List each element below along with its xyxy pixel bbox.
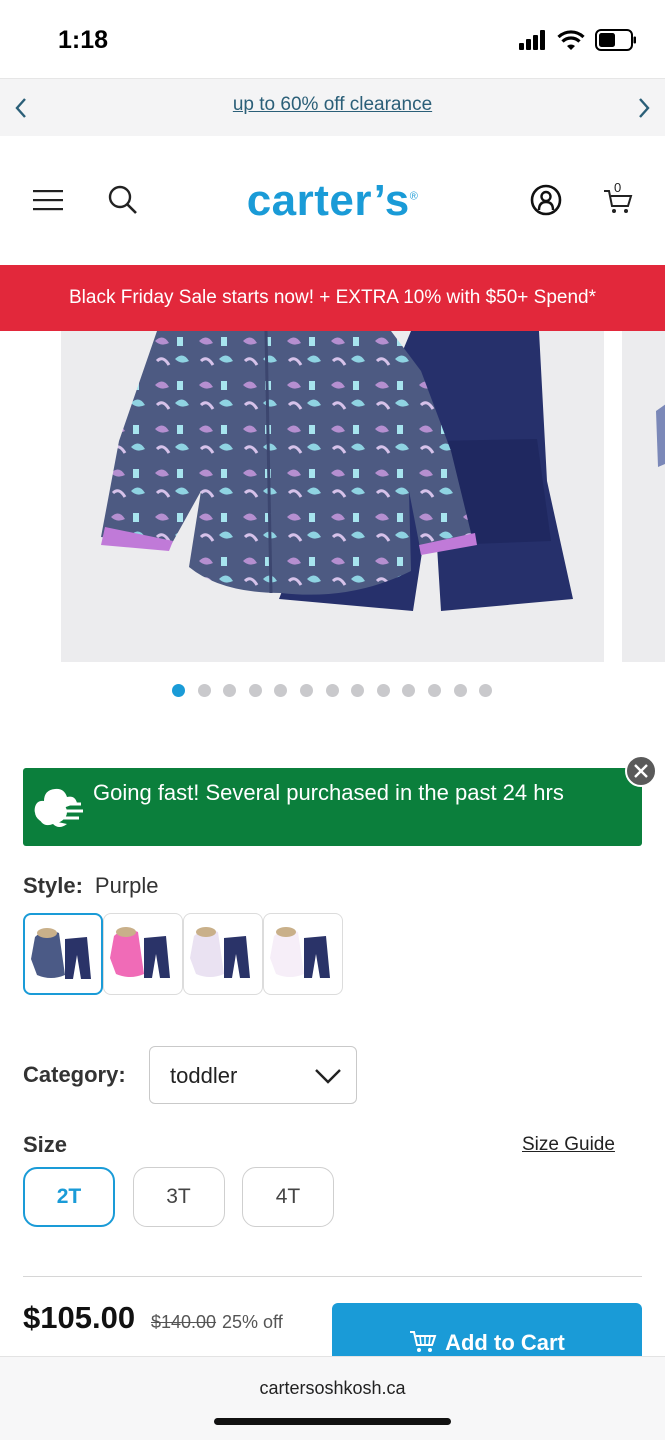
style-swatch[interactable] — [183, 913, 263, 995]
wifi-icon — [557, 29, 585, 50]
gallery-dot[interactable] — [300, 684, 313, 697]
swatch-thumbnail — [190, 927, 250, 978]
product-image-gallery[interactable] — [0, 331, 665, 676]
logo-registered-mark: ® — [409, 190, 419, 203]
product-image-next-preview[interactable] — [622, 331, 665, 662]
account-icon — [530, 184, 562, 216]
cart-count-badge: 0 — [614, 180, 622, 195]
promo-link[interactable]: up to 60% off clearance — [0, 94, 665, 116]
style-swatch[interactable] — [103, 913, 183, 995]
snowsuit-illustration — [101, 331, 573, 611]
gallery-dot[interactable] — [351, 684, 365, 697]
category-select-value: toddler — [170, 1063, 238, 1088]
promo-next-button[interactable] — [629, 91, 659, 125]
gallery-dot[interactable] — [479, 684, 493, 697]
account-button[interactable] — [526, 180, 566, 220]
gallery-dot[interactable] — [223, 684, 237, 697]
add-to-cart-button[interactable]: Add to Cart — [332, 1303, 642, 1359]
size-option-3t[interactable]: 3T — [132, 1167, 225, 1227]
size-label: Size — [23, 1132, 68, 1157]
swatch-thumbnail — [270, 927, 330, 978]
status-bar: 1:18 — [0, 0, 665, 78]
gallery-dot[interactable] — [325, 684, 339, 697]
size-option-2t[interactable]: 2T — [23, 1167, 115, 1227]
cellular-signal-icon — [519, 30, 545, 50]
swatch-thumbnail — [31, 928, 91, 979]
urgency-banner: Going fast! Several purchased in the pas… — [23, 768, 642, 846]
sale-banner-text: Black Friday Sale starts now! + EXTRA 10… — [69, 287, 596, 308]
original-price: $140.00 — [151, 1312, 217, 1332]
swatch-thumbnail — [110, 927, 170, 978]
style-swatch[interactable] — [263, 913, 343, 995]
divider — [23, 1276, 642, 1277]
status-icons — [519, 28, 637, 52]
size-option-4t[interactable]: 4T — [242, 1167, 334, 1227]
category-select[interactable]: toddler — [149, 1046, 357, 1104]
chevron-down-icon — [315, 1069, 341, 1084]
gallery-dot[interactable] — [274, 684, 288, 697]
product-image[interactable] — [61, 331, 604, 662]
next-image-sliver — [656, 404, 665, 467]
logo-text: carter’s — [246, 176, 410, 225]
add-to-cart-label: Add to Cart — [445, 1330, 565, 1355]
chevron-right-icon — [639, 98, 650, 118]
sale-price: $105.00 — [23, 1300, 136, 1335]
gallery-dot[interactable] — [248, 684, 262, 697]
gallery-dot[interactable] — [197, 684, 211, 697]
discount-text: 25% off — [222, 1312, 283, 1332]
style-value: Purple — [94, 873, 159, 898]
style-label: Style: — [23, 873, 83, 898]
browser-url-bar[interactable]: cartersoshkosh.ca — [0, 1356, 665, 1440]
gallery-pagination-dots — [0, 684, 665, 700]
size-guide-link[interactable]: Size Guide — [522, 1134, 615, 1156]
gallery-dot[interactable] — [453, 684, 467, 697]
gallery-dot[interactable] — [428, 684, 441, 697]
site-header: carter’s® — [0, 136, 665, 266]
browser-url[interactable]: cartersoshkosh.ca — [0, 1378, 665, 1399]
urgency-close-button[interactable] — [625, 755, 657, 787]
urgency-text: Going fast! Several purchased in the pas… — [93, 780, 564, 805]
style-swatch[interactable] — [23, 913, 103, 995]
sale-banner[interactable]: Black Friday Sale starts now! + EXTRA 10… — [0, 265, 665, 331]
cart-add-icon — [410, 1331, 437, 1352]
wind-cloud-icon — [34, 788, 83, 827]
status-time: 1:18 — [58, 26, 109, 54]
category-label: Category: — [23, 1062, 126, 1087]
gallery-dot[interactable] — [376, 684, 390, 697]
gallery-dot[interactable] — [402, 684, 416, 697]
gallery-dot[interactable] — [172, 684, 185, 697]
close-icon — [634, 764, 648, 778]
battery-icon — [595, 29, 636, 51]
promo-bar: up to 60% off clearance — [0, 78, 665, 136]
style-row: Style: Purple — [23, 873, 159, 899]
home-indicator — [214, 1418, 451, 1425]
